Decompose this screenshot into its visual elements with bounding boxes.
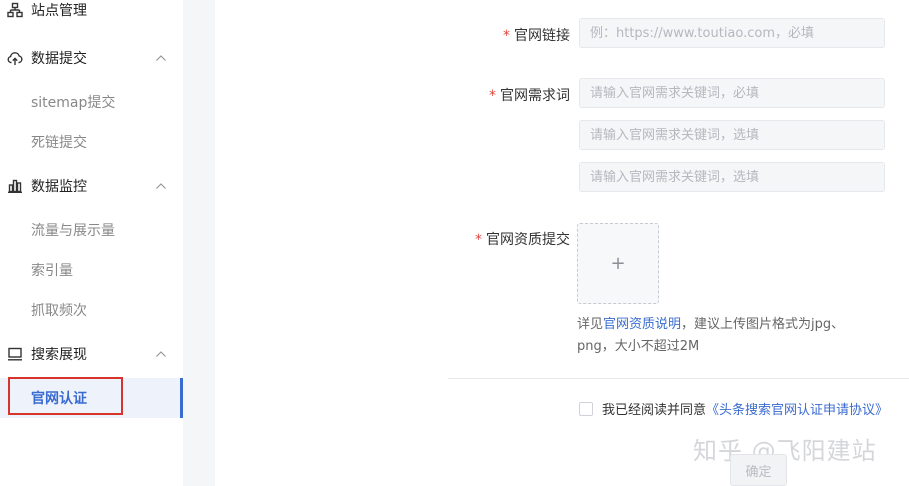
required-mark: * xyxy=(489,88,496,104)
divider xyxy=(448,378,909,379)
sidebar-item-traffic[interactable]: 流量与展示量 xyxy=(0,210,183,250)
agreement-text: 我已经阅读并同意 xyxy=(602,403,707,418)
qualification-guide-link[interactable]: 官网资质说明 xyxy=(603,317,681,332)
monitor-icon xyxy=(8,347,22,361)
keyword-input-2[interactable] xyxy=(579,120,885,150)
qualification-label-text: 官网资质提交 xyxy=(486,232,570,248)
cloud-upload-icon xyxy=(7,52,23,65)
sidebar-item-label: sitemap提交 xyxy=(31,95,116,111)
agreement-row: 我已经阅读并同意 《头条搜索官网认证申请协议》 xyxy=(579,399,888,418)
sidebar-item-deadlink-submit[interactable]: 死链提交 xyxy=(0,122,183,162)
sidebar-item-label: 站点管理 xyxy=(31,3,87,19)
sidebar-group-label: 数据监控 xyxy=(31,179,87,195)
sidebar-group-label: 搜索展现 xyxy=(31,347,87,363)
chevron-up-icon xyxy=(156,55,166,61)
confirm-button[interactable]: 确定 xyxy=(730,454,787,486)
sidebar-group-data-monitor[interactable]: 数据监控 xyxy=(0,166,183,206)
sidebar-item-sitemap-submit[interactable]: sitemap提交 xyxy=(0,82,183,122)
required-mark: * xyxy=(503,28,510,44)
official-link-input[interactable] xyxy=(579,18,885,48)
qualification-label: * 官网资质提交 xyxy=(475,229,570,249)
official-link-label: * 官网链接 xyxy=(503,25,570,45)
required-mark: * xyxy=(475,232,482,248)
qualification-upload[interactable]: + xyxy=(577,223,659,304)
sidebar-item-site-management[interactable]: 站点管理 xyxy=(0,0,183,30)
sidebar-group-search-display[interactable]: 搜索展现 xyxy=(0,334,183,374)
agreement-checkbox[interactable] xyxy=(579,401,593,416)
upload-hint: 详见官网资质说明，建议上传图片格式为jpg、png，大小不超过2M xyxy=(577,314,877,358)
sidebar: 站点管理 数据提交 sitemap提交 死链提交 数据监控 流量与展示量 索引量 xyxy=(0,0,183,486)
keyword-input-1[interactable] xyxy=(579,78,885,108)
chevron-up-icon xyxy=(156,183,166,189)
keywords-label: * 官网需求词 xyxy=(489,85,570,105)
sidebar-item-label: 死链提交 xyxy=(31,135,87,151)
sitemap-icon xyxy=(7,2,23,18)
sidebar-item-index-count[interactable]: 索引量 xyxy=(0,250,183,290)
hint-prefix: 详见 xyxy=(577,317,604,332)
agreement-link[interactable]: 《头条搜索官网认证申请协议》 xyxy=(706,399,888,418)
plus-icon: + xyxy=(610,252,626,274)
official-link-label-text: 官网链接 xyxy=(514,28,570,44)
sidebar-gutter xyxy=(183,0,215,486)
sidebar-item-crawl-frequency[interactable]: 抓取频次 xyxy=(0,290,183,330)
sidebar-group-label: 数据提交 xyxy=(31,51,87,67)
bar-chart-icon xyxy=(8,179,22,193)
chevron-up-icon xyxy=(156,351,166,357)
sidebar-item-label: 抓取频次 xyxy=(31,303,87,319)
highlight-annotation-box xyxy=(8,377,123,415)
keywords-label-text: 官网需求词 xyxy=(500,88,570,104)
sidebar-item-label: 索引量 xyxy=(31,263,73,279)
sidebar-group-data-submit[interactable]: 数据提交 xyxy=(0,38,183,78)
keyword-input-3[interactable] xyxy=(579,162,885,192)
sidebar-item-label: 流量与展示量 xyxy=(31,223,115,239)
